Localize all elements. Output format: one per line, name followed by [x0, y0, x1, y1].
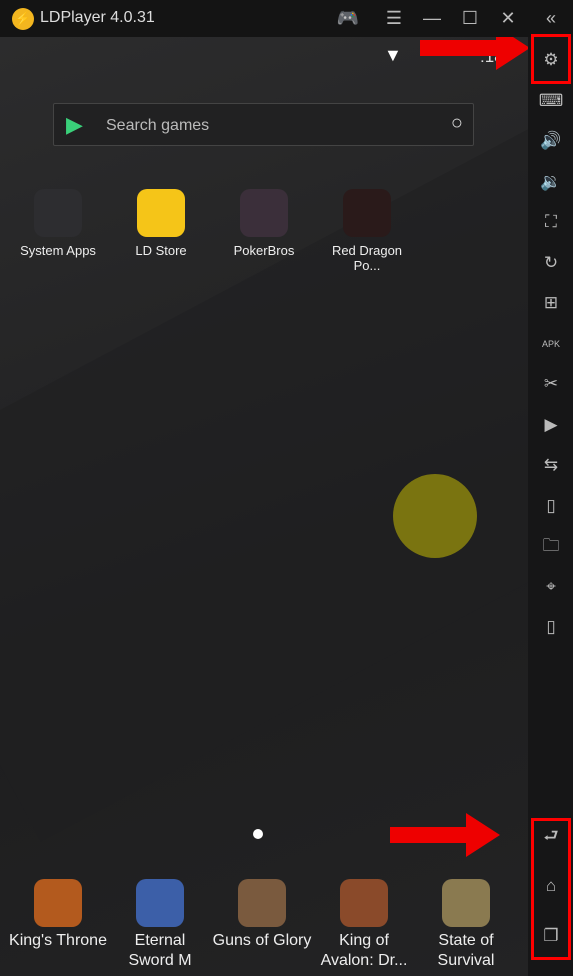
app-label: King's Throne: [9, 932, 107, 949]
play-store-icon: ▶: [66, 112, 83, 137]
highlight-box: [531, 34, 571, 84]
app-image: [34, 189, 82, 237]
app-label: King of Avalon: Dr...: [320, 932, 408, 969]
title-bar: ⚡ LDPlayer 4.0.31 🎮 ☰ — ☐ ✕ «: [0, 0, 573, 37]
red-arrow-annotation: [390, 813, 500, 857]
search-games-bar[interactable]: ▶ Search games ○: [53, 103, 474, 146]
window-title: LDPlayer 4.0.31: [40, 9, 155, 26]
app-image: [137, 189, 185, 237]
app-label: LD Store: [135, 243, 187, 258]
add-window-icon[interactable]: ⊞: [537, 289, 565, 317]
dock-app[interactable]: King's Throne: [8, 879, 108, 951]
close-icon[interactable]: ✕: [494, 6, 522, 30]
dock-app[interactable]: State of Survival: [416, 879, 516, 971]
dock-app[interactable]: Guns of Glory: [212, 879, 312, 951]
app-image: [340, 879, 388, 927]
search-placeholder: Search games: [106, 117, 210, 134]
app-label: Guns of Glory: [212, 932, 312, 949]
app-label: PokerBros: [233, 243, 295, 258]
app-label: System Apps: [20, 243, 96, 258]
gamepad-icon[interactable]: 🎮: [334, 6, 362, 30]
scissors-icon[interactable]: ✂: [537, 370, 565, 398]
app-label: State of Survival: [437, 932, 495, 969]
wifi-icon: ▼: [384, 45, 402, 65]
folder-icon[interactable]: 🗀: [537, 532, 565, 560]
fullscreen-icon[interactable]: ⛶: [537, 208, 565, 236]
sync-icon[interactable]: ⇆: [537, 451, 565, 479]
rotate-icon[interactable]: ↻: [537, 249, 565, 277]
click-indicator: [393, 474, 477, 558]
minimize-icon[interactable]: —: [418, 6, 446, 30]
vibrate-icon[interactable]: ▯: [537, 613, 565, 641]
app-image: [34, 879, 82, 927]
page-indicator: [253, 829, 263, 839]
app-icon[interactable]: LD Store: [111, 189, 211, 258]
app-label: Eternal Sword M: [128, 932, 192, 969]
red-arrow-annotation: [420, 37, 528, 70]
app-image: [238, 879, 286, 927]
highlight-box: [531, 818, 571, 960]
app-icon[interactable]: PokerBros: [214, 189, 314, 258]
volume-down-icon[interactable]: 🔉: [537, 168, 565, 196]
location-icon[interactable]: ⌖: [537, 573, 565, 601]
menu-icon[interactable]: ☰: [380, 6, 408, 30]
volume-up-icon[interactable]: 🔊: [537, 127, 565, 155]
app-icon[interactable]: Red Dragon Po...: [317, 189, 417, 273]
search-icon[interactable]: ○: [451, 112, 463, 135]
dock-app[interactable]: Eternal Sword M: [110, 879, 210, 971]
app-image: [442, 879, 490, 927]
apk-icon[interactable]: APK: [537, 330, 565, 358]
collapse-icon[interactable]: «: [537, 6, 565, 30]
keyboard-icon[interactable]: ⌨: [537, 87, 565, 115]
app-image: [136, 879, 184, 927]
app-label: Red Dragon Po...: [331, 243, 403, 273]
dock-app[interactable]: King of Avalon: Dr...: [314, 879, 414, 971]
ldplayer-logo: ⚡: [12, 8, 34, 30]
maximize-icon[interactable]: ☐: [456, 6, 484, 30]
app-image: [343, 189, 391, 237]
app-image: [240, 189, 288, 237]
shake-icon[interactable]: ▯: [537, 492, 565, 520]
app-icon[interactable]: System Apps: [8, 189, 108, 258]
android-screen[interactable]: ▼ :18 ▶ Search games ○ System Apps LD Sto…: [0, 37, 528, 976]
video-icon[interactable]: ▶: [537, 411, 565, 439]
